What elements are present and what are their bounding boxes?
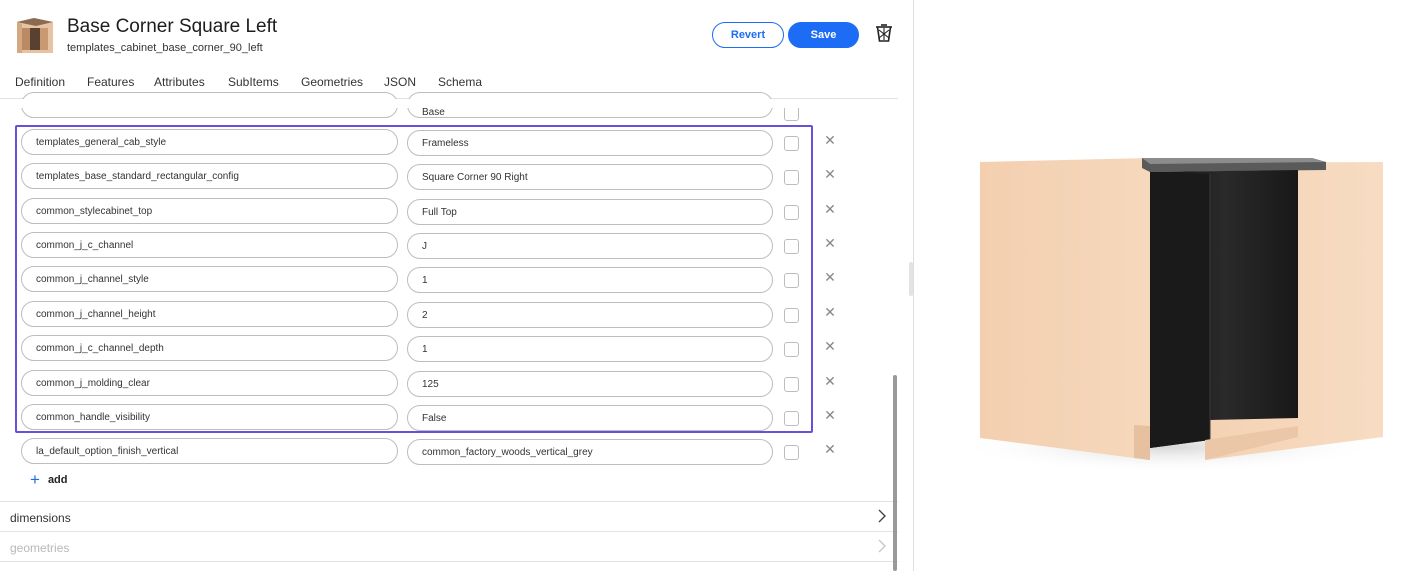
schema-row: common_j_c_channel_depth 1 ✕: [0, 333, 898, 363]
schema-key-input[interactable]: common_handle_visibility: [21, 404, 398, 430]
schema-row: common_j_channel_style 1 ✕: [0, 264, 898, 294]
section-next: [0, 561, 898, 571]
schema-key-input[interactable]: la_default_option_finish_vertical: [21, 438, 398, 464]
plus-icon: +: [30, 470, 40, 489]
tab-schema[interactable]: Schema: [427, 75, 492, 99]
schema-value-input[interactable]: J: [407, 233, 773, 259]
schema-value-input[interactable]: common_factory_woods_vertical_grey: [407, 439, 773, 465]
cabinet-3d-render: [954, 158, 1384, 473]
add-label: add: [47, 474, 68, 486]
trash-icon[interactable]: [873, 22, 895, 44]
schema-key-input[interactable]: common_j_c_channel: [21, 232, 398, 258]
schema-editor-panel: Base Corner Square Left templates_cabine…: [0, 0, 910, 571]
chevron-right-icon: [878, 539, 886, 553]
schema-value-input[interactable]: 1: [407, 336, 773, 362]
page-title: Base Corner Square Left: [67, 16, 278, 37]
schema-row: templates_general_cab_style Frameless ✕: [0, 127, 898, 157]
close-icon[interactable]: ✕: [822, 166, 838, 182]
row-checkbox[interactable]: [784, 377, 799, 392]
cabinet-thumbnail-icon: [17, 18, 53, 53]
row-checkbox[interactable]: [784, 342, 799, 357]
close-icon[interactable]: ✕: [822, 407, 838, 423]
close-icon[interactable]: ✕: [822, 132, 838, 148]
schema-row: common_j_molding_clear 125 ✕: [0, 368, 898, 398]
row-checkbox[interactable]: [784, 106, 799, 121]
schema-key-input[interactable]: templates_general_cab_style: [21, 129, 398, 155]
row-checkbox[interactable]: [784, 273, 799, 288]
schema-row: la_default_option_finish_vertical common_…: [0, 436, 898, 466]
tab-definition[interactable]: Definition: [15, 75, 65, 89]
close-icon[interactable]: ✕: [822, 201, 838, 217]
schema-value-input[interactable]: 1: [407, 267, 773, 293]
schema-key-input[interactable]: common_j_c_channel_depth: [21, 335, 398, 361]
cabinet-left-panel: [980, 158, 1150, 460]
section-label: geometries: [10, 541, 70, 555]
item-identifier: templates_cabinet_base_corner_90_left: [67, 42, 263, 54]
chevron-right-icon: [878, 509, 886, 523]
schema-key-input[interactable]: common_stylecabinet_top: [21, 198, 398, 224]
schema-row: common_j_channel_height 2 ✕: [0, 299, 898, 329]
close-icon[interactable]: ✕: [822, 304, 838, 320]
3d-preview-viewport[interactable]: [914, 0, 1421, 571]
schema-key-input[interactable]: templates_base_standard_rectangular_conf…: [21, 163, 398, 189]
section-dimensions[interactable]: dimensions: [0, 501, 898, 531]
schema-value-input[interactable]: Frameless: [407, 130, 773, 156]
schema-row: templates_base_standard_rectangular_conf…: [0, 161, 898, 191]
scroll-mask: [0, 99, 898, 108]
schema-row: common_j_c_channel J ✕: [0, 230, 898, 260]
tab-features[interactable]: Features: [87, 75, 134, 89]
tab-geometries[interactable]: Geometries: [301, 75, 363, 89]
row-checkbox[interactable]: [784, 445, 799, 460]
row-checkbox[interactable]: [784, 239, 799, 254]
revert-button[interactable]: Revert: [712, 22, 784, 48]
schema-value-input[interactable]: 125: [407, 371, 773, 397]
row-checkbox[interactable]: [784, 136, 799, 151]
close-icon[interactable]: ✕: [822, 235, 838, 251]
close-icon[interactable]: ✕: [822, 269, 838, 285]
row-checkbox[interactable]: [784, 308, 799, 323]
row-checkbox[interactable]: [784, 170, 799, 185]
close-icon[interactable]: ✕: [822, 373, 838, 389]
section-geometries[interactable]: geometries: [0, 531, 898, 561]
save-button[interactable]: Save: [788, 22, 859, 48]
schema-row: common_handle_visibility False ✕: [0, 402, 898, 432]
schema-key-input[interactable]: common_j_channel_height: [21, 301, 398, 327]
item-header: Base Corner Square Left templates_cabine…: [0, 0, 910, 68]
close-icon[interactable]: ✕: [822, 441, 838, 457]
tab-attributes[interactable]: Attributes: [154, 75, 205, 89]
row-checkbox[interactable]: [784, 205, 799, 220]
schema-value-input[interactable]: Square Corner 90 Right: [407, 164, 773, 190]
close-icon[interactable]: ✕: [822, 338, 838, 354]
row-checkbox[interactable]: [784, 411, 799, 426]
schema-row: common_stylecabinet_top Full Top ✕: [0, 196, 898, 226]
schema-key-input[interactable]: common_j_molding_clear: [21, 370, 398, 396]
tab-json[interactable]: JSON: [384, 75, 416, 89]
schema-value-input[interactable]: Full Top: [407, 199, 773, 225]
schema-key-input[interactable]: common_j_channel_style: [21, 266, 398, 292]
schema-value-input[interactable]: False: [407, 405, 773, 431]
schema-value-input[interactable]: 2: [407, 302, 773, 328]
add-row-button[interactable]: + add: [30, 470, 68, 489]
section-label: dimensions: [10, 511, 71, 525]
tab-subitems[interactable]: SubItems: [228, 75, 279, 89]
scrollbar-thumb[interactable]: [893, 375, 897, 571]
